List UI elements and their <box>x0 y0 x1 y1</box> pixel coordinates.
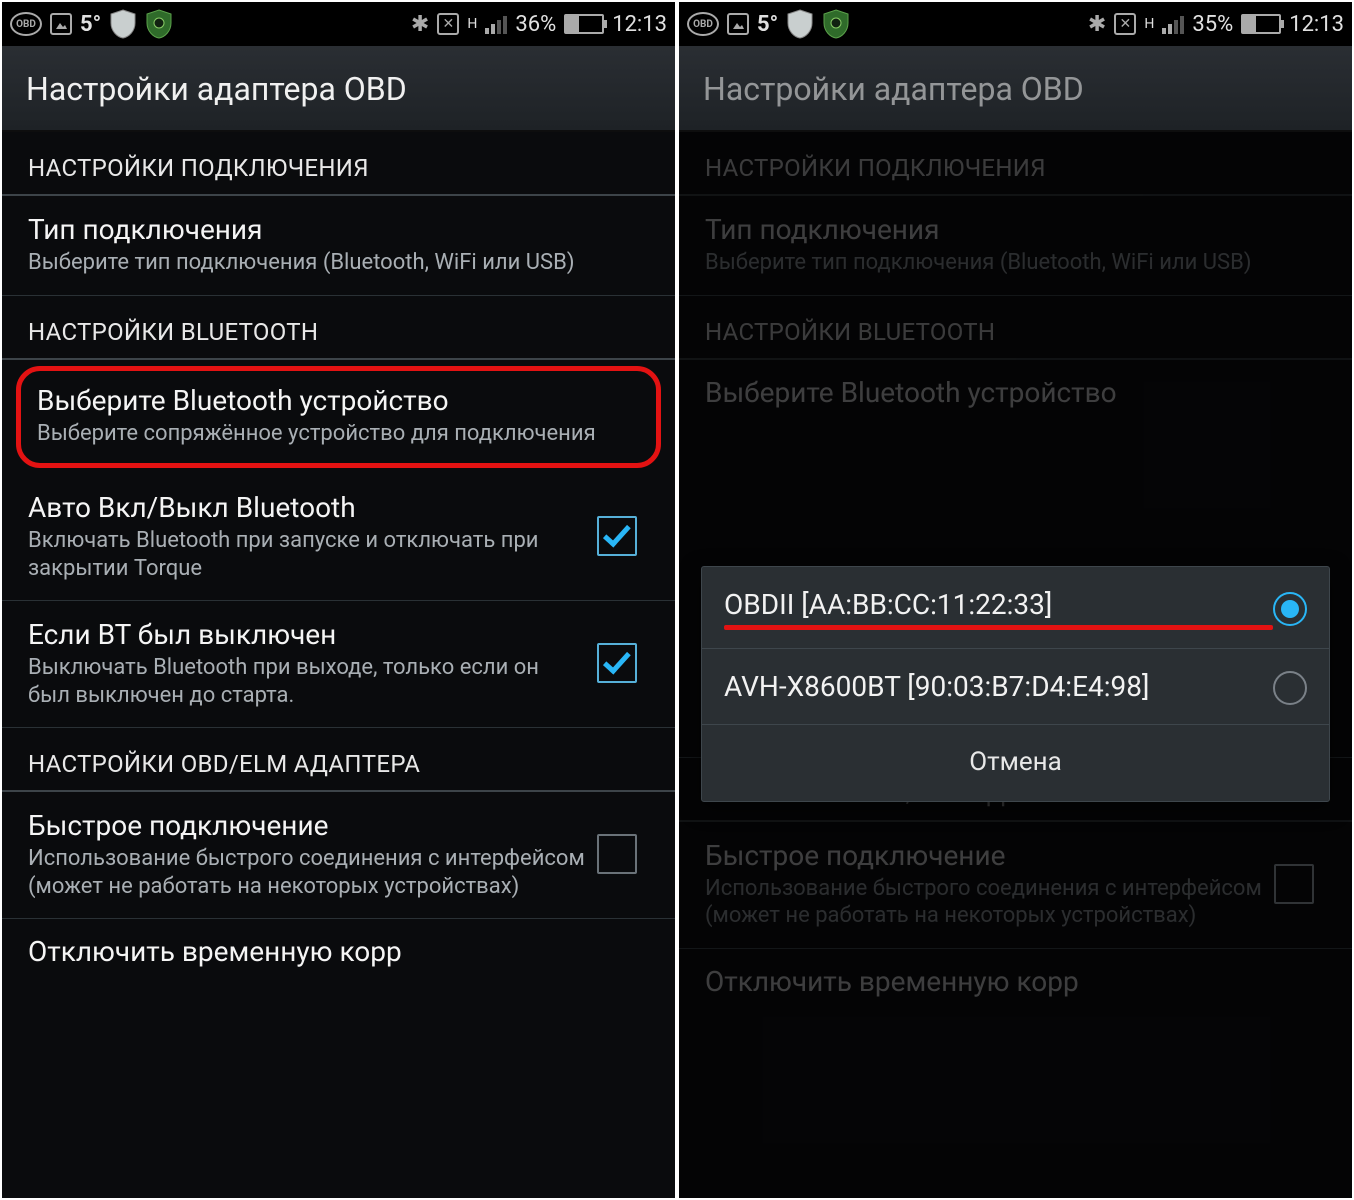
section-connection-header: НАСТРОЙКИ ПОДКЛЮЧЕНИЯ <box>679 132 1352 196</box>
bt-device-dialog: OBDII [AA:BB:CC:11:22:33] AVH-X8600BT [9… <box>701 566 1330 802</box>
status-bar: OBD 5° ✱ ✕ H 36% 12:13 <box>2 2 675 46</box>
setting-sub: Выберите тип подключения (Bluetooth, WiF… <box>705 249 1326 277</box>
partial-setting[interactable]: Отключить временную корр <box>679 949 1352 998</box>
page-title: Настройки адаптера OBD <box>26 70 651 108</box>
bluetooth-icon: ✱ <box>1088 12 1106 37</box>
checkbox-fast-connect[interactable] <box>1274 864 1314 904</box>
temperature: 5° <box>757 12 778 37</box>
setting-if-bt-off[interactable]: Если BT был выключен Выключать Bluetooth… <box>2 601 675 728</box>
obd-icon: OBD <box>687 12 719 36</box>
setting-partial-bt-device[interactable]: Выберите Bluetooth устройство <box>679 360 1352 419</box>
checkbox-fast-connect[interactable] <box>597 834 637 874</box>
signal-icon <box>1162 14 1184 34</box>
setting-sub: Выключать Bluetooth при выходе, только е… <box>28 654 585 709</box>
clock: 12:13 <box>612 12 667 37</box>
section-connection-header: НАСТРОЙКИ ПОДКЛЮЧЕНИЯ <box>2 132 675 196</box>
partial-setting[interactable]: Отключить временную корр <box>2 919 675 968</box>
signal-icon <box>485 14 507 34</box>
left-screen: OBD 5° ✱ ✕ H 36% 12:13 Настройки адаптер… <box>2 2 675 1198</box>
image-icon <box>50 13 72 35</box>
battery-percent: 35% <box>1192 12 1233 37</box>
page-header: Настройки адаптера OBD <box>679 46 1352 132</box>
setting-fast-connect[interactable]: Быстрое подключение Использование быстро… <box>679 822 1352 949</box>
section-bluetooth-header: НАСТРОЙКИ BLUETOOTH <box>679 296 1352 360</box>
setting-fast-connect[interactable]: Быстрое подключение Использование быстро… <box>2 792 675 919</box>
highlight-annotation: Выберите Bluetooth устройство Выберите с… <box>16 366 661 469</box>
box-x-icon: ✕ <box>437 13 459 35</box>
radio-selected[interactable] <box>1273 592 1307 626</box>
shield-icon <box>786 9 814 39</box>
network-type: H <box>1144 16 1154 32</box>
setting-title: Быстрое подключение <box>28 808 585 843</box>
setting-title: Если BT был выключен <box>28 617 585 652</box>
clock: 12:13 <box>1289 12 1344 37</box>
settings-content: НАСТРОЙКИ ПОДКЛЮЧЕНИЯ Тип подключения Вы… <box>679 132 1352 1198</box>
setting-title: Выберите Bluetooth устройство <box>37 383 640 418</box>
temperature: 5° <box>80 12 101 37</box>
setting-sub: Выберите сопряжённое устройство для подк… <box>37 420 640 448</box>
setting-connection-type[interactable]: Тип подключения Выберите тип подключения… <box>2 196 675 296</box>
battery-icon <box>1241 14 1281 34</box>
obd-icon: OBD <box>10 12 42 36</box>
page-title: Настройки адаптера OBD <box>703 70 1328 108</box>
setting-title: Тип подключения <box>705 212 1326 247</box>
image-icon <box>727 13 749 35</box>
setting-select-bt-device[interactable]: Выберите Bluetooth устройство Выберите с… <box>37 383 640 448</box>
setting-sub: Использование быстрого соединения с инте… <box>28 845 585 900</box>
cancel-button[interactable]: Отмена <box>702 725 1329 801</box>
right-screen: OBD 5° ✱ ✕ H 35% 12:13 Настройки адаптер… <box>679 2 1352 1198</box>
page-header: Настройки адаптера OBD <box>2 46 675 132</box>
setting-sub: Включать Bluetooth при запуске и отключа… <box>28 527 585 582</box>
section-obd-header: НАСТРОЙКИ OBD/ELM АДАПТЕРА <box>2 728 675 792</box>
dialog-option-obdii[interactable]: OBDII [AA:BB:CC:11:22:33] <box>702 567 1329 649</box>
setting-title: Тип подключения <box>28 212 649 247</box>
dialog-option-label: AVH-X8600BT [90:03:B7:D4:E4:98] <box>724 669 1273 705</box>
shield-icon <box>109 9 137 39</box>
setting-auto-bt[interactable]: Авто Вкл/Выкл Bluetooth Включать Bluetoo… <box>2 474 675 601</box>
battery-percent: 36% <box>515 12 556 37</box>
status-bar: OBD 5° ✱ ✕ H 35% 12:13 <box>679 2 1352 46</box>
box-x-icon: ✕ <box>1114 13 1136 35</box>
section-bluetooth-header: НАСТРОЙКИ BLUETOOTH <box>2 296 675 360</box>
shield-green-icon <box>822 9 850 39</box>
checkbox-auto-bt[interactable] <box>597 516 637 556</box>
bluetooth-icon: ✱ <box>411 12 429 37</box>
radio-unselected[interactable] <box>1273 671 1307 705</box>
setting-title: Быстрое подключение <box>705 838 1262 873</box>
battery-icon <box>564 14 604 34</box>
checkbox-if-bt-off[interactable] <box>597 643 637 683</box>
settings-content[interactable]: НАСТРОЙКИ ПОДКЛЮЧЕНИЯ Тип подключения Вы… <box>2 132 675 1198</box>
shield-green-icon <box>145 9 173 39</box>
setting-title: Авто Вкл/Выкл Bluetooth <box>28 490 585 525</box>
setting-sub: Выберите тип подключения (Bluetooth, WiF… <box>28 249 649 277</box>
setting-sub: Использование быстрого соединения с инте… <box>705 875 1262 930</box>
setting-connection-type[interactable]: Тип подключения Выберите тип подключения… <box>679 196 1352 296</box>
dialog-option-avh[interactable]: AVH-X8600BT [90:03:B7:D4:E4:98] <box>702 649 1329 724</box>
dialog-option-label: OBDII [AA:BB:CC:11:22:33] <box>724 587 1273 623</box>
network-type: H <box>467 16 477 32</box>
underline-annotation <box>724 625 1273 630</box>
